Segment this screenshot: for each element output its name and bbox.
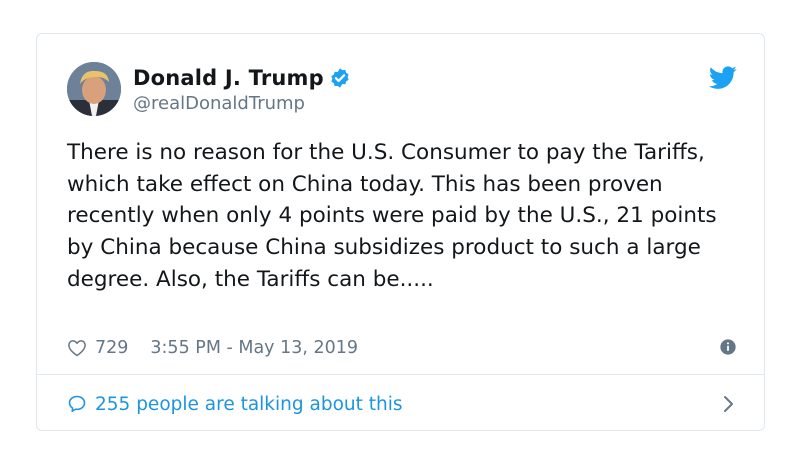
card-divider <box>37 374 764 375</box>
name-row: Donald J. Trump <box>133 64 351 92</box>
author-handle[interactable]: @realDonaldTrump <box>133 93 351 114</box>
tweet-meta: 729 3:55 PM - May 13, 2019 <box>67 335 737 361</box>
avatar-image <box>67 62 121 116</box>
tweet-timestamp[interactable]: 3:55 PM - May 13, 2019 <box>150 338 358 358</box>
heart-outline-icon[interactable] <box>67 338 87 358</box>
tweet-header: Donald J. Trump @realDonaldTrump <box>67 62 737 120</box>
twitter-bird-icon[interactable] <box>709 66 737 90</box>
tweet-text: There is no reason for the U.S. Consumer… <box>67 140 717 292</box>
chevron-right-icon[interactable] <box>723 394 735 414</box>
author-info: Donald J. Trump @realDonaldTrump <box>133 64 351 114</box>
like-count[interactable]: 729 <box>95 338 128 358</box>
info-circle-icon[interactable] <box>719 338 737 356</box>
avatar[interactable] <box>67 62 121 116</box>
talking-count-label[interactable]: 255 people are talking about this <box>95 394 403 415</box>
verified-badge-icon <box>329 67 351 89</box>
conversation-link[interactable]: 255 people are talking about this <box>67 390 737 418</box>
author-display-name[interactable]: Donald J. Trump <box>133 66 324 90</box>
embedded-tweet-card: Donald J. Trump @realDonaldTrump There i… <box>36 33 765 431</box>
speech-bubble-icon <box>67 394 87 414</box>
